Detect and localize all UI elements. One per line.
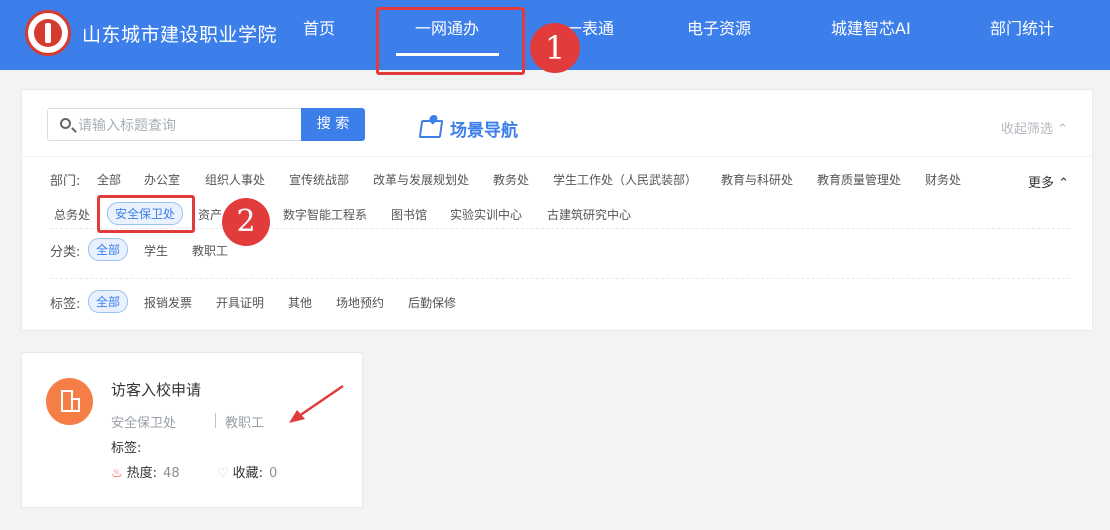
card-hotness: ♨ 热度: 48 — [111, 466, 180, 481]
tag-chip[interactable]: 后勤保修 — [408, 294, 456, 311]
category-chip[interactable]: 学生 — [144, 242, 168, 259]
dept-chip[interactable]: 数字智能工程系 — [283, 206, 367, 223]
card-tags-label: 标签: — [111, 441, 142, 456]
annotation-number-2: 2 — [222, 198, 270, 246]
service-card[interactable]: 访客入校申请 安全保卫处 教职工 标签: ♨ 热度: 48 ♡ 收藏: 0 — [21, 352, 363, 508]
category-chip[interactable]: 教职工 — [192, 242, 228, 259]
annotation-number-1: 1 — [530, 23, 580, 73]
dept-chip[interactable]: 改革与发展规划处 — [373, 171, 469, 188]
dept-label: 部门: — [50, 174, 81, 189]
collapse-filter-toggle[interactable]: 收起筛选 ⌃ — [1001, 118, 1068, 137]
panel-divider — [22, 156, 1092, 157]
tag-label: 标签: — [50, 297, 81, 312]
nav-ai[interactable]: 城建智芯AI — [831, 15, 911, 39]
dept-chip[interactable]: 实验实训中心 — [450, 206, 522, 223]
scene-nav-title[interactable]: 场景导航 — [418, 116, 518, 141]
dept-chip[interactable]: 宣传统战部 — [289, 171, 349, 188]
school-logo — [25, 10, 71, 56]
dept-chip[interactable]: 教育与科研处 — [721, 171, 793, 188]
dept-chip[interactable]: 组织人事处 — [205, 171, 265, 188]
tag-chip[interactable]: 场地预约 — [336, 294, 384, 311]
map-pin-icon — [418, 120, 444, 138]
card-title[interactable]: 访客入校申请 — [111, 379, 201, 400]
dept-chip[interactable]: 总务处 — [54, 206, 90, 223]
more-toggle[interactable]: 更多 ⌃ — [1028, 172, 1069, 191]
card-dept: 安全保卫处 — [111, 416, 177, 431]
heart-icon: ♡ — [217, 466, 229, 481]
card-category: 教职工 — [225, 416, 265, 431]
nav-home[interactable]: 首页 — [303, 15, 335, 39]
tag-chip[interactable]: 报销发票 — [144, 294, 192, 311]
search-box — [47, 108, 301, 141]
dept-chip[interactable]: 教务处 — [493, 171, 529, 188]
flame-icon: ♨ — [111, 466, 123, 481]
search-input[interactable] — [78, 115, 293, 135]
tag-chip-all-active[interactable]: 全部 — [88, 290, 129, 313]
nav-dept-stats[interactable]: 部门统计 — [990, 15, 1054, 39]
tag-chip[interactable]: 其他 — [288, 294, 312, 311]
building-icon — [46, 378, 93, 425]
category-chip-all-active[interactable]: 全部 — [88, 238, 129, 261]
search-button[interactable]: 搜 索 — [301, 108, 365, 141]
dept-chip[interactable]: 图书馆 — [391, 206, 427, 223]
category-label: 分类: — [50, 245, 81, 260]
card-separator — [215, 413, 216, 428]
dept-chip[interactable]: 办公室 — [144, 171, 180, 188]
annotation-box-1 — [376, 7, 525, 75]
dept-chip[interactable]: 教育质量管理处 — [817, 171, 901, 188]
dept-chip-all[interactable]: 全部 — [97, 171, 121, 188]
annotation-box-2 — [97, 195, 195, 233]
dept-chip[interactable]: 古建筑研究中心 — [547, 206, 631, 223]
dept-chip[interactable]: 财务处 — [925, 171, 961, 188]
annotation-arrow — [289, 384, 344, 423]
row-divider — [50, 228, 1070, 229]
row-divider — [50, 278, 1070, 279]
tag-chip[interactable]: 开具证明 — [216, 294, 264, 311]
nav-e-resources[interactable]: 电子资源 — [687, 15, 751, 39]
school-name: 山东城市建设职业学院 — [82, 24, 278, 46]
search-icon — [60, 118, 71, 129]
dept-chip[interactable]: 资产 — [198, 206, 222, 223]
card-favorites[interactable]: ♡ 收藏: 0 — [217, 462, 277, 481]
dept-chip[interactable]: 学生工作处（人民武装部） — [553, 171, 697, 188]
